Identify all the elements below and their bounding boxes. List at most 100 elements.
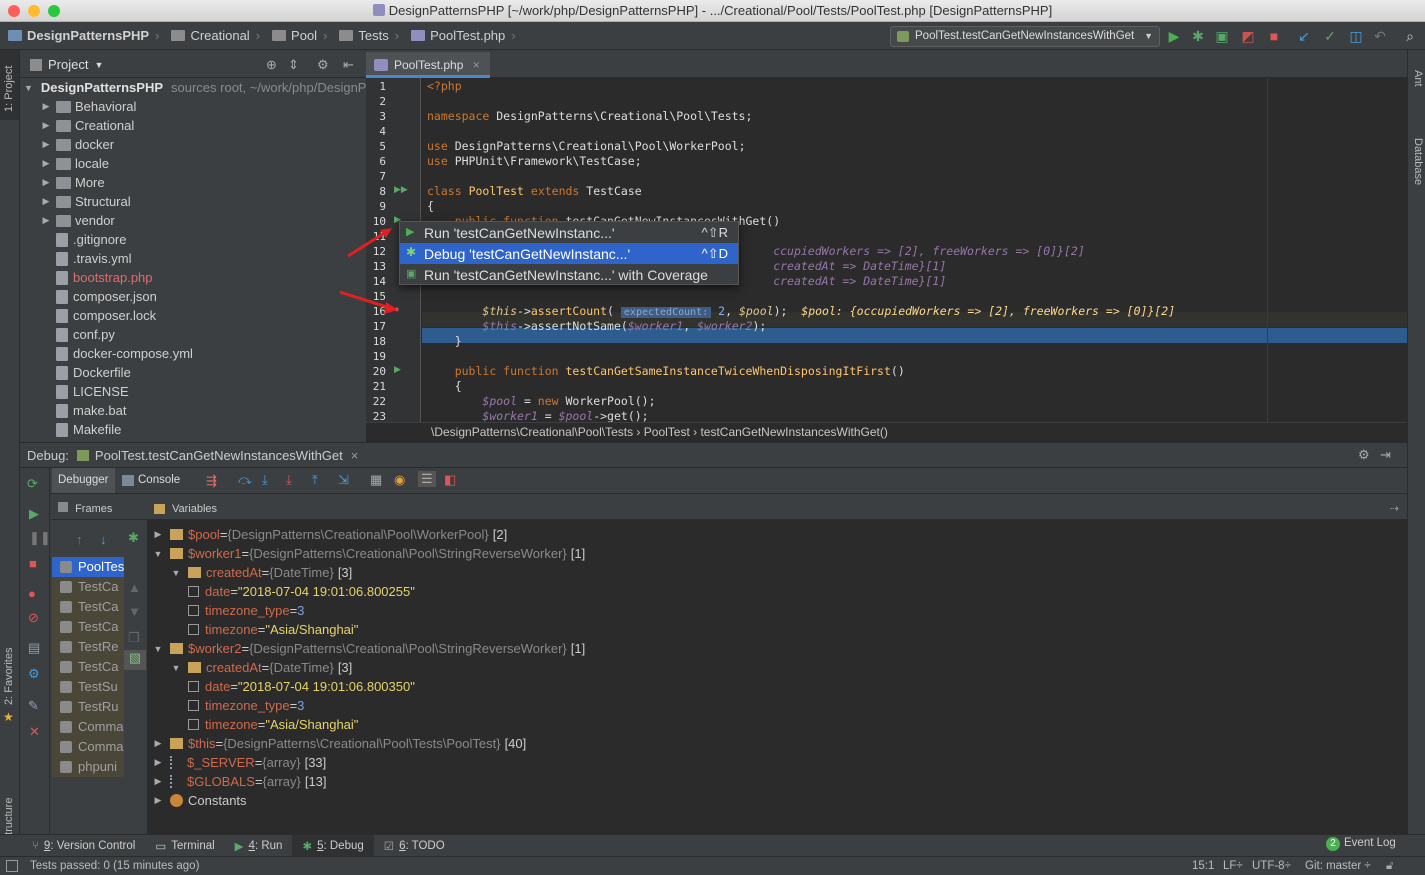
variable-row[interactable]: ▶ $GLOBALS = {array} [13] [152, 772, 327, 791]
tree-item[interactable]: ▶ Behavioral [20, 97, 366, 116]
chevron-right-icon[interactable]: ▶ [152, 757, 164, 768]
chevron-right-icon[interactable]: ▶ [152, 738, 164, 749]
variable-row[interactable]: ▼ createdAt = {DateTime} [3] [170, 658, 353, 677]
tree-item[interactable]: .travis.yml [20, 249, 366, 268]
popup-coverage-item[interactable]: ▣ Run 'testCanGetNewInstanc...' with Cove… [400, 264, 738, 285]
run-configuration-select[interactable]: PoolTest.testCanGetNewInstancesWithGet ▼ [890, 26, 1160, 47]
stack-frame[interactable]: TestCa [52, 657, 124, 677]
settings-icon[interactable]: ⚙ [28, 666, 40, 682]
variable-row[interactable]: ▼ $worker2 = {DesignPatterns\Creational\P… [152, 639, 586, 658]
debug-session-tab[interactable]: PoolTest.testCanGetNewInstancesWithGet [95, 448, 343, 463]
breadcrumb-creational[interactable]: Creational › [165, 28, 266, 43]
layout-icon[interactable]: ▤ [28, 640, 40, 656]
status-layout-icon[interactable] [6, 860, 18, 872]
event-log-button[interactable]: 2 Event Log [1326, 837, 1396, 851]
tree-item[interactable]: docker-compose.yml [20, 344, 366, 363]
popup-debug-item[interactable]: ✱ Debug 'testCanGetNewInstanc...' ^⇧D [400, 243, 738, 264]
chevron-down-icon[interactable]: ▼ [94, 60, 103, 70]
stack-frame[interactable]: PoolTes [52, 557, 124, 577]
stack-frame[interactable]: TestCa [52, 577, 124, 597]
stack-frame[interactable]: Comma [52, 717, 124, 737]
tree-item[interactable]: make.bat [20, 401, 366, 420]
tree-item[interactable]: ▶ More [20, 173, 366, 192]
chevron-down-icon[interactable]: ▼ [170, 663, 182, 673]
code-line[interactable]: $pool = new WorkerPool(); [427, 394, 655, 409]
chevron-down-icon[interactable]: ▼ [170, 568, 182, 578]
tree-item[interactable]: LICENSE [20, 382, 366, 401]
mute-breakpoints-icon[interactable]: ⊘ [28, 610, 39, 626]
project-tool-tab[interactable]: 1: Project [3, 66, 15, 112]
tree-item[interactable]: conf.py [20, 325, 366, 344]
close-icon[interactable]: × [473, 58, 480, 72]
gear-icon[interactable]: ⚙ [1358, 447, 1370, 463]
stop-icon[interactable]: ■ [1266, 28, 1282, 44]
tree-item[interactable]: .gitignore [20, 230, 366, 249]
restore-layout-icon[interactable]: ◧ [444, 472, 456, 488]
code-line[interactable]: $this->assertCount( expectedCount: 2, $p… [427, 304, 1175, 319]
lock-icon[interactable]: 🔓︎ [1386, 857, 1393, 875]
chevron-right-icon[interactable]: ▶ [152, 795, 164, 806]
variable-row[interactable]: date = "2018-07-04 19:01:06.800350" [188, 677, 415, 696]
arrow-up-icon[interactable]: ↑ [76, 532, 83, 547]
evaluate-icon[interactable]: ▦ [370, 472, 382, 488]
variable-row[interactable]: ▼ createdAt = {DateTime} [3] [170, 563, 353, 582]
hide-panel-icon[interactable]: ⇥ [1380, 447, 1391, 463]
variable-row[interactable]: timezone = "Asia/Shanghai" [188, 620, 358, 639]
tool-tab-run[interactable]: ▶ 4: Run [225, 835, 293, 857]
variable-row[interactable]: timezone_type = 3 [188, 601, 304, 620]
close-window-button[interactable] [8, 5, 20, 17]
vcs-history-icon[interactable]: ◫ [1348, 28, 1364, 44]
code-line[interactable]: { [427, 379, 462, 394]
close-icon[interactable]: ✕ [29, 724, 40, 740]
file-encoding[interactable]: UTF-8÷ [1252, 857, 1291, 875]
chevron-down-icon[interactable]: ▼ [152, 549, 164, 559]
vcs-commit-icon[interactable]: ✓ [1322, 28, 1338, 44]
collapse-icon[interactable]: ⇕ [288, 57, 299, 73]
remove-icon[interactable]: ▼ [128, 604, 141, 619]
tree-item[interactable]: ▶ docker [20, 135, 366, 154]
variable-row[interactable]: timezone = "Asia/Shanghai" [188, 715, 358, 734]
tool-tab-versioncontrol[interactable]: ⑂ 9: Version Control [22, 835, 145, 857]
debug-icon[interactable]: ✱ [128, 530, 139, 546]
project-view-select[interactable]: Project [48, 57, 88, 72]
popup-run-item[interactable]: ▶ Run 'testCanGetNewInstanc...' ^⇧R [400, 222, 738, 243]
stack-frame[interactable]: TestCa [52, 597, 124, 617]
tree-item[interactable]: ▶ Creational [20, 116, 366, 135]
tab-debugger[interactable]: Debugger [52, 468, 115, 493]
tree-item[interactable]: composer.lock [20, 306, 366, 325]
code-line[interactable]: $this->assertNotSame($worker1, $worker2)… [427, 319, 766, 334]
run-icon[interactable]: ▶ [1166, 28, 1182, 44]
variable-row[interactable]: ▶ Constants [152, 791, 247, 810]
stack-frame[interactable]: TestCa [52, 617, 124, 637]
code-line[interactable]: public function testCanGetSameInstanceTw… [427, 364, 905, 379]
tool-tab-todo[interactable]: ☑ 6: TODO [374, 835, 455, 857]
chevron-right-icon[interactable]: ▶ [40, 196, 52, 207]
chevron-right-icon[interactable]: ▶ [152, 529, 164, 540]
variable-row[interactable]: ▶ $_SERVER = {array} [33] [152, 753, 327, 772]
variable-row[interactable]: date = "2018-07-04 19:01:06.800255" [188, 582, 415, 601]
favorites-tool-tab[interactable]: 2: Favorites [3, 648, 15, 705]
minimize-window-button[interactable] [28, 5, 40, 17]
add-icon[interactable]: ▲ [128, 580, 141, 595]
search-icon[interactable]: ⌕ [1402, 28, 1418, 44]
locate-icon[interactable]: ⊕ [266, 57, 277, 73]
run-gutter-icon[interactable]: ▶▶ [394, 184, 408, 195]
code-line[interactable]: } [427, 334, 462, 349]
editor-breadcrumb[interactable]: \DesignPatterns\Creational\Pool\Tests › … [366, 422, 1407, 442]
chevron-right-icon[interactable]: ▶ [40, 177, 52, 188]
step-into-icon[interactable]: ⤓ [262, 472, 268, 488]
image-icon[interactable]: ▧ [124, 650, 146, 670]
gear-icon[interactable]: ⚙ [317, 57, 329, 73]
breadcrumb-tests[interactable]: Tests › [333, 28, 405, 43]
tree-item[interactable]: ▼ DesignPatternsPHP sources root, ~/work/p… [20, 78, 366, 97]
pause-icon[interactable]: ❚❚ [29, 530, 51, 546]
variable-row[interactable]: ▼ $worker1 = {DesignPatterns\Creational\P… [152, 544, 586, 563]
chevron-right-icon[interactable]: ▶ [40, 215, 52, 226]
resume-icon[interactable]: ▶ [29, 506, 39, 522]
code-line[interactable]: class PoolTest extends TestCase [427, 184, 642, 199]
tab-pooltest[interactable]: PoolTest.php × [366, 52, 490, 78]
stack-frame[interactable]: TestRe [52, 637, 124, 657]
chevron-right-icon[interactable]: ▶ [40, 139, 52, 150]
status-message[interactable]: Tests passed: 0 (15 minutes ago) [30, 857, 199, 875]
chevron-right-icon[interactable]: ▶ [152, 776, 164, 787]
